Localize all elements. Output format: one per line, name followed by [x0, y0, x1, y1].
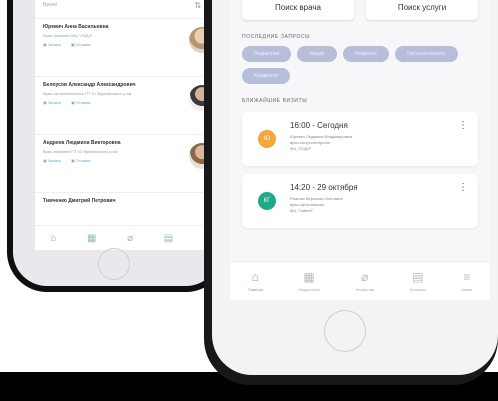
left-phone-body: Врачи ⇅ ⚲ Юревич Анна Васильевна Врач-те… — [13, 0, 225, 286]
left-home-button[interactable] — [98, 248, 130, 280]
sort-icon[interactable]: ⇅ — [194, 1, 201, 10]
clipboard-icon: ▤ — [412, 270, 424, 284]
nav-label: Меню — [461, 287, 473, 292]
clinic-icon[interactable]: ▦ — [87, 233, 96, 244]
left-phone: Врачи ⇅ ⚲ Юревич Анна Васильевна Врач-те… — [7, 0, 226, 292]
right-home-button[interactable] — [324, 310, 366, 352]
nav-label: Главная — [247, 287, 263, 292]
right-bottom-nav: ⌂ Главная ▦ Медцентры ⌀ Лекарства ▤ Анал… — [230, 261, 490, 300]
request-chip[interactable]: Кардиолог — [242, 68, 291, 84]
nav-label: Медцентры — [298, 287, 320, 292]
clipboard-icon[interactable]: ▤ — [164, 233, 173, 244]
nav-menu[interactable]: ≡ Меню — [461, 270, 472, 292]
appointment-link[interactable]: Запись — [43, 100, 61, 105]
recent-requests-chips: Педиатрия Хирург Невролог Гастроэнтероло… — [230, 46, 490, 84]
appointment-link[interactable]: Запись — [43, 158, 61, 163]
home-screen: Поиск врача Поиск услуги ПОСЛЕДНИЕ ЗАПРО… — [230, 0, 490, 300]
visit-badge: КГ — [258, 192, 276, 210]
reviews-link[interactable]: Отзывы — [71, 42, 91, 47]
recent-requests-title: ПОСЛЕДНИЕ ЗАПРОСЫ — [242, 34, 311, 40]
nearest-visits-title: БЛИЖАЙШИЕ ВИЗИТЫ — [242, 98, 308, 104]
visit-card[interactable]: КГ 14:20 - 29 октября Рыжова Вероника Ол… — [242, 174, 478, 228]
nav-label: Анализы — [409, 287, 427, 292]
request-chip[interactable]: Педиатрия — [242, 46, 292, 62]
home-icon: ⌂ — [251, 270, 259, 284]
doctor-name: Тимченко Дмитрий Петрович — [43, 198, 116, 204]
visit-doctor: Рыжова Вероника Олеговна — [290, 196, 343, 201]
doctors-screen: Врачи ⇅ ⚲ Юревич Анна Васильевна Врач-те… — [35, 0, 225, 250]
visit-clinic: МЦ "Гайвей" — [290, 208, 314, 213]
visit-doctor: Юревич Людмила Владимировна — [290, 134, 353, 139]
nav-label: Лекарства — [355, 287, 375, 292]
appointment-link[interactable]: Запись — [43, 42, 61, 47]
visit-badge: Ю — [258, 130, 276, 148]
search-doctor-button[interactable]: Поиск врача — [242, 0, 354, 20]
visit-specialty: врач-гастроэнтеролог — [290, 140, 331, 145]
doctors-header: Врачи ⇅ ⚲ — [35, 0, 225, 18]
reviews-link[interactable]: Отзывы — [71, 158, 91, 163]
doctor-subtitle: Врач-терапевт ГП 10 Фрунзенского р-на — [43, 149, 118, 154]
visit-specialty: врач-офтальмолог — [290, 202, 325, 207]
home-icon[interactable]: ⌂ — [50, 233, 56, 244]
doctors-header-label: Врачи — [43, 2, 58, 8]
nav-clinics[interactable]: ▦ Медцентры — [298, 270, 319, 292]
nav-medicines[interactable]: ⌀ Лекарства — [355, 270, 374, 292]
reviews-link[interactable]: Отзывы — [71, 100, 91, 105]
left-bottom-nav: ⌂ ▦ ⌀ ▤ ≡ — [35, 225, 225, 250]
pill-icon[interactable]: ⌀ — [127, 233, 133, 244]
nav-analyses[interactable]: ▤ Анализы — [410, 270, 426, 292]
doctor-card[interactable]: Андреев Людмила Викторовна Врач-терапевт… — [35, 134, 225, 192]
request-chip[interactable]: Невролог — [343, 46, 390, 62]
visit-card[interactable]: Ю 16:00 - Сегодня Юревич Людмила Владими… — [242, 112, 478, 166]
nav-home[interactable]: ⌂ Главная — [248, 270, 263, 292]
doctor-name: Юревич Анна Васильевна — [43, 24, 109, 30]
visit-time: 16:00 - Сегодня — [290, 121, 348, 130]
more-options-icon[interactable]: ⋮ — [458, 120, 468, 131]
clinic-icon: ▦ — [303, 270, 315, 284]
right-phone-body: Поиск врача Поиск услуги ПОСЛЕДНИЕ ЗАПРО… — [212, 0, 498, 375]
doctor-card[interactable]: Юревич Анна Васильевна Врач-терапевт МЦ … — [35, 18, 225, 76]
doctor-card[interactable]: Белоусов Александр Александрович Врач-га… — [35, 76, 225, 134]
pill-icon: ⌀ — [361, 270, 369, 284]
doctor-name: Белоусов Александр Александрович — [43, 82, 136, 88]
request-chip[interactable]: Гастроэнтеролог — [395, 46, 459, 62]
visit-clinic: МЦ "ЛОДЭ" — [290, 146, 312, 151]
doctor-subtitle: Врач-терапевт МЦ "ЛОДЭ" — [43, 33, 93, 38]
request-chip[interactable]: Хирург — [297, 46, 338, 62]
doctor-name: Андреев Людмила Викторовна — [43, 140, 121, 146]
doctor-subtitle: Врач-гастроэнтеролог ГП 10 Фрунзенского … — [43, 91, 132, 96]
more-options-icon[interactable]: ⋮ — [458, 182, 468, 193]
visit-time: 14:20 - 29 октября — [290, 183, 358, 192]
right-phone: Поиск врача Поиск услуги ПОСЛЕДНИЕ ЗАПРО… — [204, 0, 498, 385]
menu-icon: ≡ — [463, 270, 471, 284]
search-service-button[interactable]: Поиск услуги — [366, 0, 478, 20]
